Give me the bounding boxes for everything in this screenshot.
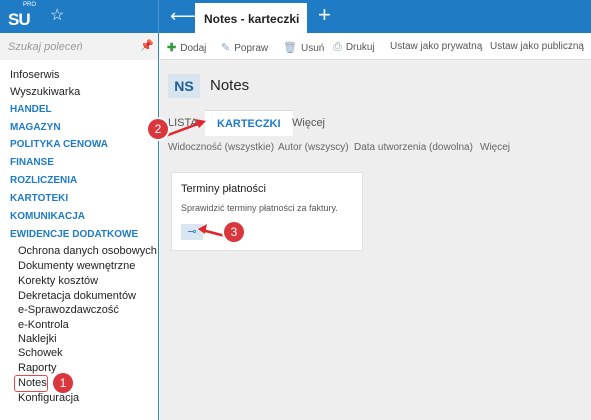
printer-icon: ⎙: [333, 41, 342, 53]
sidebar-item-wyszukiwarka[interactable]: Wyszukiwarka: [10, 86, 80, 98]
sidebar-item-ewidencje-dodatkowe[interactable]: EWIDENCJE DODATKOWE: [10, 229, 138, 240]
sidebar-item-ochrona-danych[interactable]: Ochrona danych osobowych: [18, 245, 157, 257]
sidebar-item-schowek[interactable]: Schowek: [18, 347, 63, 359]
filter-more[interactable]: Więcej: [480, 142, 510, 153]
sidebar-item-korekty-kosztow[interactable]: Korekty kosztów: [18, 275, 98, 287]
sidebar-item-handel[interactable]: HANDEL: [10, 104, 52, 115]
sidebar-item-polityka-cenowa[interactable]: POLITYKA CENOWA: [10, 139, 108, 150]
pin-icon[interactable]: 📌: [140, 39, 154, 52]
annotation-badge-2: 2: [148, 119, 168, 139]
sidebar-item-e-kontrola[interactable]: e-Kontrola: [18, 319, 69, 331]
edit-button[interactable]: ✎ Popraw: [221, 41, 268, 54]
delete-button[interactable]: 🗑 Usuń: [283, 41, 324, 54]
sidebar-item-kartoteki[interactable]: KARTOTEKI: [10, 193, 68, 204]
trash-icon: 🗑: [283, 42, 297, 54]
toolbar: ✚ Dodaj ✎ Popraw 🗑 Usuń ⎙ Drukuj Ustaw jako …: [160, 33, 591, 60]
top-bar: SU PRO ☆ ⟵ Notes - karteczki +: [0, 0, 591, 33]
sidebar-item-raporty[interactable]: Raporty: [18, 362, 57, 374]
app-logo[interactable]: SU PRO: [8, 2, 38, 30]
plus-icon: ✚: [167, 42, 177, 54]
search-field[interactable]: Szukaj poleceń 📌: [0, 33, 158, 60]
print-button[interactable]: ⎙ Drukuj: [333, 41, 375, 54]
logo-text: SU: [8, 10, 31, 29]
add-label: Dodaj: [180, 43, 207, 54]
set-private-button[interactable]: Ustaw jako prywatną: [390, 41, 482, 52]
note-title: Terminy płatności: [181, 183, 266, 195]
filter-created[interactable]: Data utworzenia (dowolna): [354, 142, 473, 153]
logo-sup: PRO: [23, 2, 37, 8]
delete-label: Usuń: [300, 43, 325, 54]
page-title: Notes: [210, 77, 250, 94]
filter-visibility[interactable]: Widoczność (wszystkie): [168, 142, 274, 153]
tab-karteczki[interactable]: KARTECZKI: [205, 110, 293, 136]
sidebar-item-naklejki[interactable]: Naklejki: [18, 333, 57, 345]
search-placeholder: Szukaj poleceń: [8, 41, 83, 53]
sidebar-item-infoserwis[interactable]: Infoserwis: [10, 69, 60, 81]
pin-icon[interactable]: ⊸: [181, 224, 203, 240]
tab-notes-karteczki[interactable]: Notes - karteczki: [195, 3, 307, 33]
notes-highlight: [14, 375, 48, 392]
annotation-badge-1: 1: [53, 373, 73, 393]
sidebar-item-konfiguracja[interactable]: Konfiguracja: [18, 392, 79, 404]
sidebar-item-dekretacja[interactable]: Dekretacja dokumentów: [18, 290, 136, 302]
back-arrow-icon[interactable]: ⟵: [170, 5, 196, 27]
set-public-button[interactable]: Ustaw jako publiczną: [490, 41, 584, 52]
sidebar-item-rozliczenia[interactable]: ROZLICZENIA: [10, 175, 77, 186]
sidebar-item-magazyn[interactable]: MAGAZYN: [10, 122, 61, 133]
sidebar-item-finanse[interactable]: FINANSE: [10, 157, 54, 168]
annotation-badge-3: 3: [224, 222, 244, 242]
star-icon[interactable]: ☆: [50, 6, 64, 26]
sidebar-item-komunikacja[interactable]: KOMUNIKACJA: [10, 211, 85, 222]
tab-lista[interactable]: LISTA: [168, 117, 198, 129]
note-text: Sprawidzić terminy płatności za faktury.: [181, 203, 338, 213]
new-tab-plus-icon[interactable]: +: [318, 3, 331, 27]
module-badge: NS: [168, 74, 200, 98]
edit-label: Popraw: [234, 43, 269, 54]
filter-author[interactable]: Autor (wszyscy): [278, 142, 349, 153]
print-label: Drukuj: [345, 42, 375, 53]
divider: [158, 0, 159, 33]
sidebar-item-e-sprawozdawczosc[interactable]: e-Sprawozdawczość: [18, 304, 119, 316]
content-area: NS Notes LISTA KARTECZKI Więcej Widoczno…: [160, 60, 591, 420]
note-card[interactable]: Terminy płatności Sprawidzić terminy pła…: [171, 172, 363, 251]
add-button[interactable]: ✚ Dodaj: [167, 41, 206, 54]
sidebar-item-dokumenty-wewnetrzne[interactable]: Dokumenty wewnętrzne: [18, 260, 135, 272]
pencil-icon: ✎: [221, 42, 231, 54]
tab-wiecej[interactable]: Więcej: [292, 117, 325, 129]
